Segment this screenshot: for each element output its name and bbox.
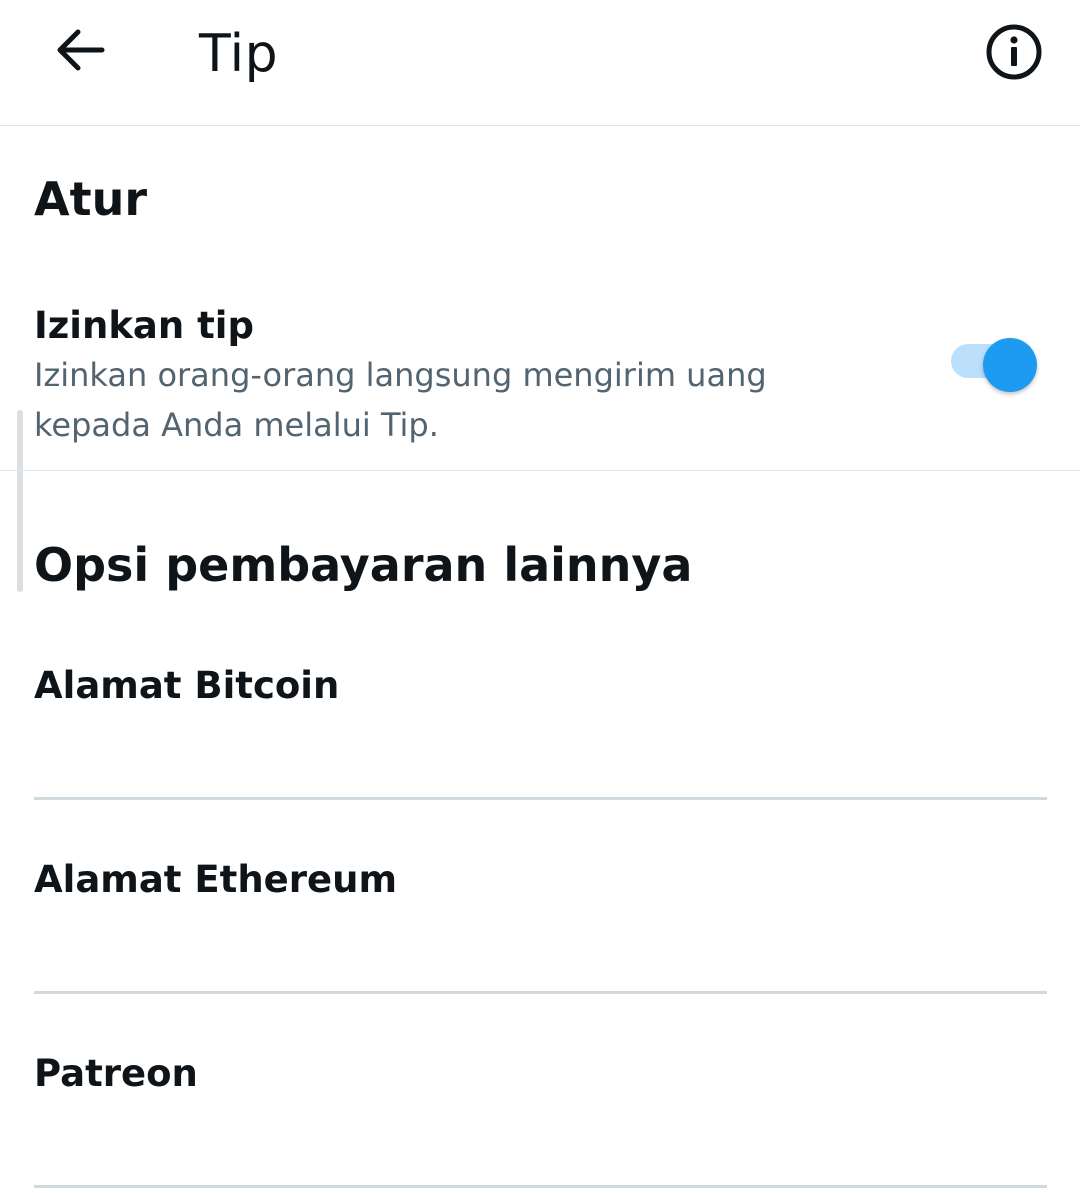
allow-tips-toggle[interactable] (949, 338, 1041, 392)
settings-section-title: Atur (34, 172, 148, 226)
ethereum-address-label: Alamat Ethereum (34, 858, 398, 901)
page-title: Tip (199, 24, 279, 84)
payment-options-section-title: Opsi pembayaran lainnya (34, 538, 693, 592)
back-button[interactable] (40, 18, 120, 82)
bitcoin-address-field[interactable]: Alamat Bitcoin (34, 660, 1047, 800)
toggle-knob (983, 338, 1037, 392)
ethereum-address-field[interactable]: Alamat Ethereum (34, 854, 1047, 994)
patreon-label: Patreon (34, 1052, 198, 1095)
allow-tips-setting[interactable]: Izinkan tip Izinkan orang-orang langsung… (0, 294, 1080, 471)
patreon-field[interactable]: Patreon (34, 1048, 1047, 1188)
top-app-bar: Tip (0, 0, 1080, 126)
allow-tips-label: Izinkan tip (34, 304, 254, 347)
arrow-left-icon (57, 29, 105, 71)
allow-tips-description: Izinkan orang-orang langsung mengirim ua… (34, 356, 767, 444)
info-button[interactable] (980, 18, 1048, 86)
bitcoin-address-label: Alamat Bitcoin (34, 664, 340, 707)
info-icon (986, 24, 1042, 80)
